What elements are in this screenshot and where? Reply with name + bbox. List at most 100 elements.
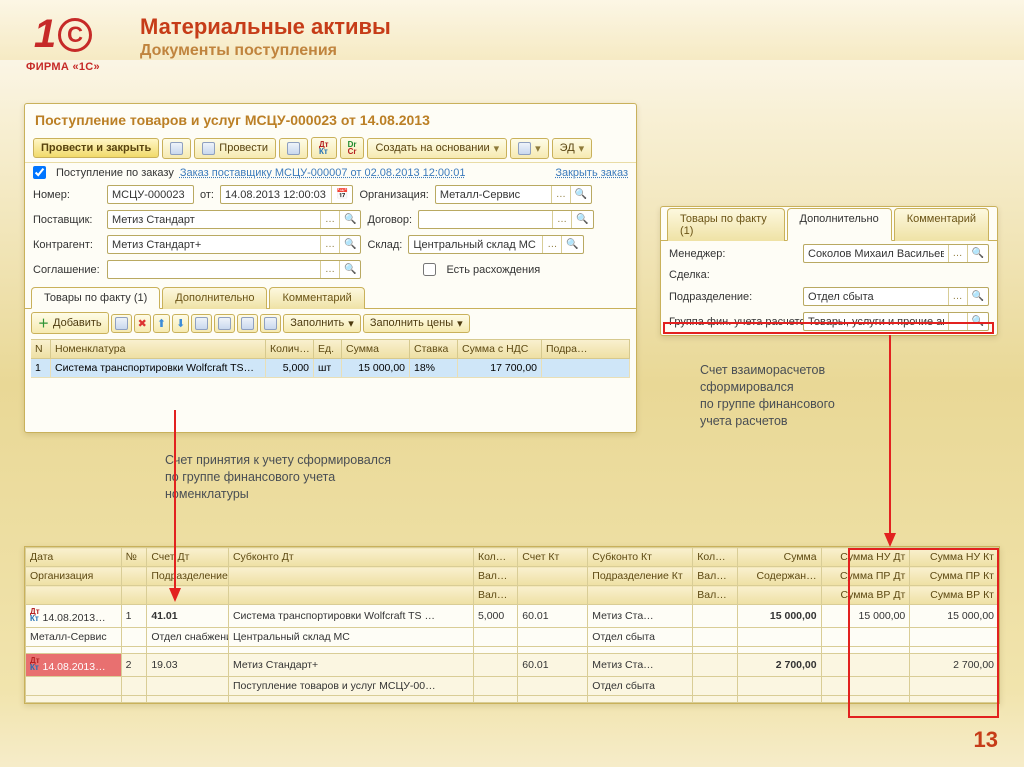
- search-icon[interactable]: 🔍: [561, 236, 582, 253]
- warehouse-label: Склад:: [367, 239, 402, 251]
- annotation-right: Счет взаиморасчетовсформировалсяпо групп…: [700, 362, 835, 430]
- ellipsis-button[interactable]: …: [320, 236, 339, 253]
- contract-field[interactable]: [419, 214, 552, 226]
- misc1-button[interactable]: [214, 314, 235, 333]
- col-qty: Колич…: [266, 340, 314, 359]
- fill-button[interactable]: Заполнить ▾: [283, 314, 361, 333]
- contract-label: Договор:: [367, 214, 412, 226]
- ellipsis-button[interactable]: …: [551, 186, 570, 203]
- tabstrip2: Товары по факту (1) Дополнительно Коммен…: [661, 207, 997, 241]
- counterparty-field[interactable]: [108, 239, 320, 251]
- tab-additional[interactable]: Дополнительно: [787, 208, 892, 241]
- search-icon[interactable]: 🔍: [967, 288, 988, 305]
- goods-grid[interactable]: N Номенклатура Колич… Ед. Сумма Ставка С…: [31, 339, 630, 378]
- search-icon[interactable]: 🔍: [967, 313, 988, 330]
- number-field[interactable]: [108, 189, 193, 201]
- copy-button[interactable]: [111, 314, 132, 333]
- search-icon[interactable]: 🔍: [570, 186, 591, 203]
- table-row[interactable]: 1 Система транспортировки Wolfcraft TS… …: [31, 359, 630, 378]
- posting-ledger: Дата№Счет ДтСубконто ДтКол…Счет КтСубкон…: [24, 546, 1000, 704]
- arrow-down-icon: ⬇: [176, 317, 185, 330]
- ellipsis-button[interactable]: …: [320, 261, 339, 278]
- print-button[interactable]: ▾: [510, 138, 549, 159]
- fingroup-label: Группа фин. учета расчетов:: [669, 316, 797, 328]
- order-link[interactable]: Заказ поставщику МСЦУ-000007 от 02.08.20…: [180, 167, 466, 179]
- post-button[interactable]: Провести: [194, 138, 276, 159]
- by-order-checkbox[interactable]: [33, 166, 46, 179]
- division-label: Подразделение:: [669, 291, 797, 303]
- ellipsis-button[interactable]: …: [552, 211, 571, 228]
- ellipsis-button[interactable]: …: [948, 313, 967, 330]
- gear-icon: [218, 317, 231, 330]
- copy-icon: [115, 317, 128, 330]
- dtkt-button[interactable]: ДтКт: [311, 137, 337, 159]
- dtkt-icon: ДтКт: [319, 141, 329, 155]
- division-field[interactable]: [804, 291, 948, 303]
- movedown-button[interactable]: ⬇: [172, 314, 189, 333]
- post-and-close-button[interactable]: Провести и закрыть: [33, 138, 159, 158]
- chevron-down-icon: ▾: [579, 142, 585, 155]
- barcode-button[interactable]: [191, 314, 212, 333]
- supplier-label: Поставщик:: [33, 214, 101, 226]
- tabstrip: Товары по факту (1) Дополнительно Коммен…: [25, 286, 636, 309]
- tab-goods[interactable]: Товары по факту (1): [31, 287, 160, 309]
- delete-button[interactable]: ✖: [134, 314, 151, 333]
- org-field[interactable]: [436, 189, 551, 201]
- search-icon[interactable]: 🔍: [571, 211, 592, 228]
- tab-additional[interactable]: Дополнительно: [162, 287, 267, 309]
- col-unit: Ед.: [314, 340, 342, 359]
- agreement-field[interactable]: [108, 264, 320, 276]
- ed-button[interactable]: ЭД ▾: [552, 138, 593, 159]
- misc3-button[interactable]: [260, 314, 281, 333]
- tab-goods[interactable]: Товары по факту (1): [667, 208, 785, 241]
- from-label: от:: [200, 189, 214, 201]
- search-icon[interactable]: 🔍: [339, 261, 360, 278]
- tab-comment[interactable]: Комментарий: [269, 287, 364, 309]
- logo-text: ФИРМА «1С»: [18, 61, 108, 73]
- col-vatrate: Ставка: [410, 340, 458, 359]
- deal-label: Сделка:: [669, 269, 797, 281]
- save-button[interactable]: [162, 138, 191, 159]
- list-icon: [287, 142, 300, 155]
- logo: 1C ФИРМА «1С»: [18, 12, 108, 73]
- close-order-link[interactable]: Закрыть заказ: [555, 167, 628, 179]
- warehouse-field[interactable]: [409, 239, 542, 251]
- create-based-on-button[interactable]: Создать на основании ▾: [367, 138, 507, 159]
- discrepancies-checkbox[interactable]: [423, 263, 436, 276]
- supplier-field[interactable]: [108, 214, 320, 226]
- calendar-button[interactable]: 📅: [331, 186, 352, 203]
- add-button[interactable]: ＋Добавить: [31, 312, 109, 334]
- search-icon[interactable]: 🔍: [339, 236, 360, 253]
- show-movements-button[interactable]: [279, 138, 308, 159]
- ellipsis-button[interactable]: …: [948, 288, 967, 305]
- main-toolbar: Провести и закрыть Провести ДтКт DrCr Со…: [25, 134, 636, 163]
- receipt-document-window: Поступление товаров и услуг МСЦУ-000023 …: [24, 103, 637, 433]
- arrow-right: [870, 335, 910, 555]
- col-sumvat: Сумма с НДС: [458, 340, 542, 359]
- print-icon: [518, 142, 531, 155]
- barcode-icon: [195, 317, 208, 330]
- ellipsis-button[interactable]: …: [948, 245, 967, 262]
- search-icon[interactable]: 🔍: [967, 245, 988, 262]
- ellipsis-button[interactable]: …: [320, 211, 339, 228]
- chevron-down-icon: ▾: [494, 142, 500, 155]
- search-icon[interactable]: 🔍: [339, 211, 360, 228]
- fill-prices-button[interactable]: Заполнить цены ▾: [363, 314, 470, 333]
- chevron-down-icon: ▾: [535, 142, 541, 155]
- number-label: Номер:: [33, 189, 101, 201]
- fingroup-field[interactable]: [804, 316, 948, 328]
- page-number: 13: [974, 727, 998, 753]
- logo-icon: 1C: [18, 12, 108, 57]
- col-sum: Сумма: [342, 340, 410, 359]
- moveup-button[interactable]: ⬆: [153, 314, 170, 333]
- tab-comment[interactable]: Комментарий: [894, 208, 989, 241]
- manager-field[interactable]: [804, 248, 948, 260]
- misc2-button[interactable]: [237, 314, 258, 333]
- date-field[interactable]: [221, 189, 331, 201]
- annotation-left: Счет принятия к учету сформировалсяпо гр…: [165, 452, 391, 503]
- list-icon: [241, 317, 254, 330]
- page-subtitle: Документы поступления: [140, 42, 337, 60]
- ellipsis-button[interactable]: …: [542, 236, 561, 253]
- doc-icon: [264, 317, 277, 330]
- drcr-button[interactable]: DrCr: [340, 137, 365, 159]
